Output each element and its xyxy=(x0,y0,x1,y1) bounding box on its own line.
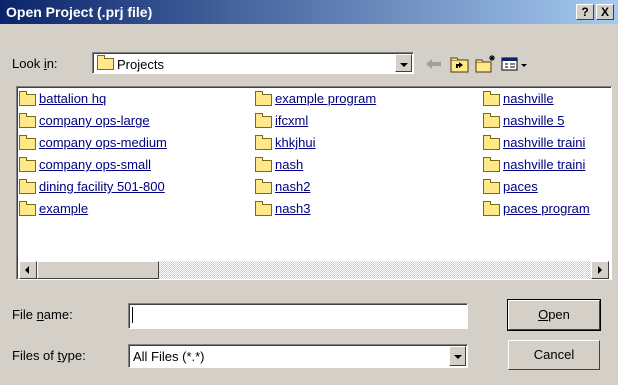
look-in-value: Projects xyxy=(117,57,164,72)
file-list-item-label: example xyxy=(39,201,89,216)
file-list-item[interactable]: company ops-large xyxy=(19,112,150,131)
look-in-label: Look in: xyxy=(12,56,58,71)
file-list-item-label: battalion hq xyxy=(39,91,107,106)
files-of-type-value: All Files (*.*) xyxy=(133,349,205,364)
file-list-item-label: nash xyxy=(275,157,304,172)
file-list-item[interactable]: nash xyxy=(255,156,304,175)
file-list-item[interactable]: paces xyxy=(483,178,538,197)
folder-icon xyxy=(19,178,36,194)
new-folder-icon[interactable] xyxy=(474,54,498,74)
open-button[interactable]: Open xyxy=(507,299,601,331)
file-list-item[interactable]: dining facility 501-800 xyxy=(19,178,165,197)
cancel-button[interactable]: Cancel xyxy=(508,340,600,370)
folder-icon xyxy=(255,156,272,172)
folder-icon xyxy=(483,156,500,172)
file-list-item[interactable]: nashville traini xyxy=(483,156,586,175)
file-list-item-label: paces xyxy=(503,179,538,194)
open-project-dialog: Open Project (.prj file) ? X Look in: Pr… xyxy=(0,0,618,385)
close-button[interactable]: X xyxy=(596,4,614,20)
view-menu-icon[interactable] xyxy=(500,54,530,74)
file-list-item[interactable]: nashville xyxy=(483,90,554,109)
file-list-item-label: nashville 5 xyxy=(503,113,565,128)
files-of-type-dropdown-arrow[interactable] xyxy=(449,346,466,366)
look-in-dropdown-arrow[interactable] xyxy=(395,54,412,72)
file-list-item-label: company ops-small xyxy=(39,157,151,172)
dialog-title: Open Project (.prj file) xyxy=(6,4,153,20)
file-list-item-label: company ops-medium xyxy=(39,135,167,150)
file-list-item[interactable]: nash2 xyxy=(255,178,311,197)
file-list-item[interactable]: paces program xyxy=(483,200,590,219)
file-list-item-label: nashville xyxy=(503,91,554,106)
folder-icon xyxy=(255,112,272,128)
file-list-item-label: nash3 xyxy=(275,201,311,216)
folder-icon xyxy=(255,134,272,150)
files-of-type-label: Files of type: xyxy=(12,348,86,363)
file-list-item[interactable]: nash3 xyxy=(255,200,311,219)
scrollbar-thumb[interactable] xyxy=(37,261,159,279)
horizontal-scrollbar[interactable] xyxy=(19,261,609,279)
text-caret xyxy=(132,307,133,323)
file-list-item-label: ifcxml xyxy=(275,113,309,128)
scroll-left-button[interactable] xyxy=(19,261,37,279)
folder-icon xyxy=(19,112,36,128)
folder-icon xyxy=(255,200,272,216)
file-list-item-label: nashville traini xyxy=(503,135,586,150)
file-list-item-label: khkjhui xyxy=(275,135,316,150)
file-name-label: File name: xyxy=(12,307,73,322)
folder-icon xyxy=(483,134,500,150)
file-list-item-label: dining facility 501-800 xyxy=(39,179,165,194)
file-name-input[interactable] xyxy=(128,303,468,329)
file-list-item-label: paces program xyxy=(503,201,590,216)
file-list-item[interactable]: nashville 5 xyxy=(483,112,565,131)
back-arrow-icon[interactable] xyxy=(422,54,446,74)
file-list-item-label: nashville traini xyxy=(503,157,586,172)
folder-icon xyxy=(19,156,36,172)
file-list-item[interactable]: company ops-medium xyxy=(19,134,167,153)
file-list-item[interactable]: khkjhui xyxy=(255,134,316,153)
files-of-type-dropdown[interactable]: All Files (*.*) xyxy=(128,344,468,368)
file-list-item[interactable]: example xyxy=(19,200,89,219)
file-list-item-label: nash2 xyxy=(275,179,311,194)
folder-icon xyxy=(19,90,36,106)
file-list-item[interactable]: ifcxml xyxy=(255,112,309,131)
folder-icon xyxy=(19,200,36,216)
folder-icon xyxy=(19,134,36,150)
help-button[interactable]: ? xyxy=(576,4,594,20)
folder-icon xyxy=(483,200,500,216)
folder-icon xyxy=(255,90,272,106)
folder-icon xyxy=(483,112,500,128)
file-list-item[interactable]: example program xyxy=(255,90,377,109)
folder-icon xyxy=(483,178,500,194)
look-in-dropdown[interactable]: Projects xyxy=(92,52,414,74)
title-bar[interactable]: Open Project (.prj file) ? X xyxy=(0,0,618,24)
folder-icon xyxy=(483,90,500,106)
scroll-right-button[interactable] xyxy=(591,261,609,279)
file-list-item[interactable]: nashville traini xyxy=(483,134,586,153)
file-list-item[interactable]: battalion hq xyxy=(19,90,107,109)
file-list-item-label: example program xyxy=(275,91,377,106)
file-list-item[interactable]: company ops-small xyxy=(19,156,151,175)
folder-icon xyxy=(255,178,272,194)
up-folder-icon[interactable] xyxy=(448,54,472,74)
folder-icon xyxy=(97,55,114,70)
file-list-item-label: company ops-large xyxy=(39,113,150,128)
file-list[interactable]: paces program paces nashville traini nashvi… xyxy=(16,86,612,280)
